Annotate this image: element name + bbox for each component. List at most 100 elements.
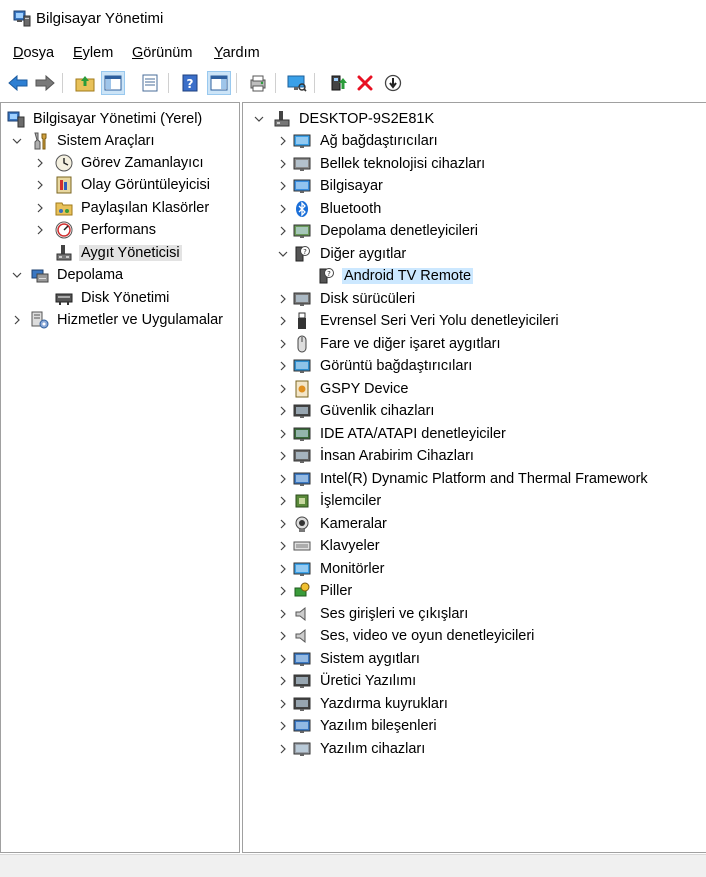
device-category[interactable]: Ağ bağdaştırıcıları [244,130,704,152]
device-category[interactable]: Sistem aygıtları [244,648,704,670]
chevron-right-icon[interactable] [278,159,288,169]
device-category-label: Depolama denetleyicileri [320,223,478,239]
device-category[interactable]: GSPY Device [244,378,704,400]
up-level-button[interactable] [73,71,97,95]
tree-node-device-manager[interactable]: Aygıt Yöneticisi [2,242,236,264]
chevron-right-icon[interactable] [278,609,288,619]
chevron-right-icon[interactable] [12,315,22,325]
tree-node-services-apps[interactable]: Hizmetler ve Uygulamalar [2,309,236,331]
device-category[interactable]: İşlemciler [244,490,704,512]
help-icon: ? [182,74,198,92]
device-item[interactable]: ? Android TV Remote [244,265,704,287]
chevron-right-icon[interactable] [278,316,288,326]
update-driver-button[interactable] [327,71,351,95]
chevron-right-icon[interactable] [278,541,288,551]
chevron-right-icon[interactable] [278,631,288,641]
device-category[interactable]: Güvenlik cihazları [244,400,704,422]
chevron-right-icon[interactable] [278,429,288,439]
chevron-down-icon[interactable] [254,114,264,124]
gspy-device-icon [295,380,309,397]
menu-gorunum[interactable]: Görünüm [132,45,192,61]
scan-for-hardware-changes-button[interactable] [285,71,309,95]
chevron-right-icon[interactable] [35,180,45,190]
chevron-down-icon[interactable] [278,249,288,259]
chevron-right-icon[interactable] [278,654,288,664]
chevron-right-icon[interactable] [278,519,288,529]
device-category[interactable]: Bellek teknolojisi cihazları [244,153,704,175]
chevron-right-icon[interactable] [278,361,288,371]
chevron-right-icon[interactable] [278,721,288,731]
device-category[interactable]: Piller [244,580,704,602]
device-category[interactable]: Fare ve diğer işaret aygıtları [244,333,704,355]
menu-yardim[interactable]: Yardım [214,45,260,61]
print-button[interactable] [246,71,270,95]
forward-button[interactable] [33,71,57,95]
disable-device-button[interactable] [381,71,405,95]
chevron-right-icon[interactable] [278,564,288,574]
device-category[interactable]: Klavyeler [244,535,704,557]
tree-node-storage[interactable]: Depolama [2,264,236,286]
chevron-right-icon[interactable] [278,586,288,596]
tree-node-shared-folders[interactable]: Paylaşılan Klasörler [2,197,236,219]
chevron-right-icon[interactable] [278,406,288,416]
device-category[interactable]: Bluetooth [244,198,704,220]
device-category[interactable]: ? Diğer aygıtlar [244,243,704,265]
show-hide-tree-icon [104,75,122,91]
tree-node-root[interactable]: Bilgisayar Yönetimi (Yerel) [2,108,236,130]
chevron-right-icon[interactable] [278,451,288,461]
chevron-right-icon[interactable] [278,204,288,214]
chevron-right-icon[interactable] [278,226,288,236]
device-category[interactable]: Yazdırma kuyrukları [244,693,704,715]
tree-node-performance[interactable]: Performans [2,219,236,241]
chevron-right-icon[interactable] [278,294,288,304]
show-hide-console-tree-button[interactable] [101,71,125,95]
device-category[interactable]: Üretici Yazılımı [244,670,704,692]
device-category[interactable]: Görüntü bağdaştırıcıları [244,355,704,377]
device-category[interactable]: Depolama denetleyicileri [244,220,704,242]
menu-dosya[interactable]: Dosya [13,45,54,61]
properties-button[interactable] [138,71,162,95]
chevron-right-icon[interactable] [278,339,288,349]
tree-node-event-viewer[interactable]: Olay Görüntüleyicisi [2,174,236,196]
chevron-right-icon[interactable] [35,158,45,168]
tree-node-system-tools[interactable]: Sistem Araçları [2,130,236,152]
help-button[interactable]: ? [178,71,202,95]
uninstall-device-button[interactable] [353,71,377,95]
right-pane-bottom-border [242,852,706,853]
svg-text:?: ? [187,77,194,91]
tree-node-task-scheduler[interactable]: Görev Zamanlayıcı [2,152,236,174]
chevron-right-icon[interactable] [278,676,288,686]
chevron-right-icon[interactable] [278,744,288,754]
tree-node-disk-management[interactable]: Disk Yönetimi [2,287,236,309]
chevron-right-icon[interactable] [278,496,288,506]
chevron-right-icon[interactable] [278,474,288,484]
chevron-right-icon[interactable] [35,225,45,235]
menu-eylem[interactable]: Eylem [73,45,113,61]
device-category[interactable]: Intel(R) Dynamic Platform and Thermal Fr… [244,468,704,490]
chevron-right-icon[interactable] [278,384,288,394]
device-category[interactable]: Yazılım cihazları [244,738,704,760]
chevron-down-icon[interactable] [12,136,22,146]
left-pane-top-border [0,102,240,103]
chevron-right-icon[interactable] [278,181,288,191]
device-category[interactable]: Bilgisayar [244,175,704,197]
device-category[interactable]: IDE ATA/ATAPI denetleyiciler [244,423,704,445]
device-category[interactable]: Ses, video ve oyun denetleyicileri [244,625,704,647]
device-category[interactable]: Monitörler [244,558,704,580]
tree-label-disk-management: Disk Yönetimi [81,290,170,306]
device-category[interactable]: Disk sürücüleri [244,288,704,310]
device-category[interactable]: Ses girişleri ve çıkışları [244,603,704,625]
back-button[interactable] [6,71,30,95]
device-category[interactable]: İnsan Arabirim Cihazları [244,445,704,467]
device-category[interactable]: Evrensel Seri Veri Yolu denetleyicileri [244,310,704,332]
storage-icon [31,269,49,283]
device-tree-root[interactable]: DESKTOP-9S2E81K [244,108,704,130]
console-tree: Bilgisayar Yönetimi (Yerel) Sistem Araçl… [2,104,238,852]
chevron-down-icon[interactable] [12,270,22,280]
device-category[interactable]: Yazılım bileşenleri [244,715,704,737]
chevron-right-icon[interactable] [278,699,288,709]
show-hide-action-pane-button[interactable] [207,71,231,95]
chevron-right-icon[interactable] [35,203,45,213]
chevron-right-icon[interactable] [278,136,288,146]
device-category[interactable]: Kameralar [244,513,704,535]
